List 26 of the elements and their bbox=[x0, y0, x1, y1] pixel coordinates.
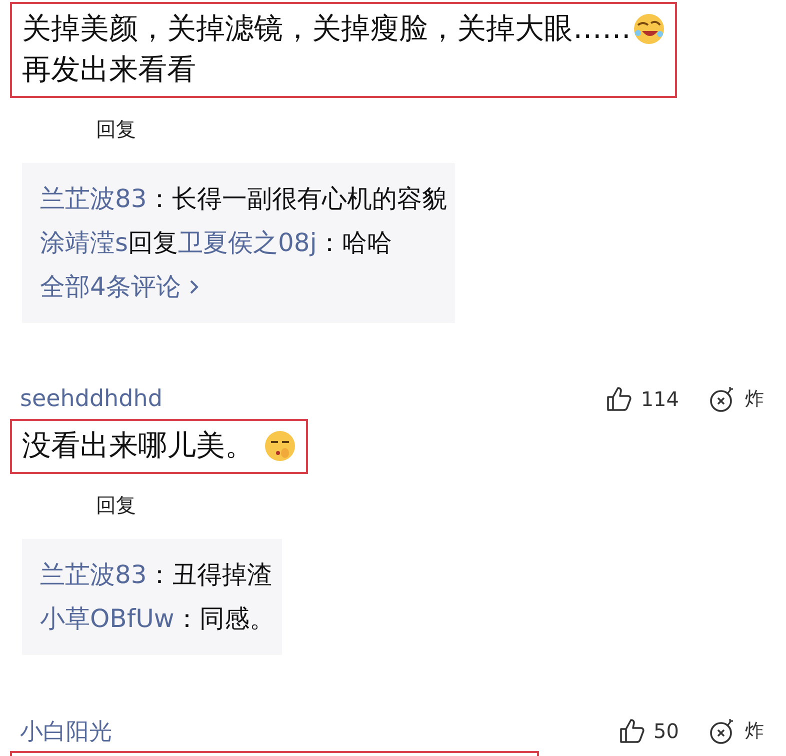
username-link[interactable]: 涂靖滢s bbox=[40, 228, 128, 257]
comment-username[interactable]: 小白阳光 bbox=[20, 716, 112, 746]
username-link[interactable]: 兰芷波83 bbox=[40, 184, 147, 213]
reply-link[interactable]: 回复 bbox=[96, 492, 136, 519]
bomb-label[interactable]: 炸 bbox=[745, 718, 764, 744]
emoji-icon bbox=[264, 430, 296, 462]
like-count: 114 bbox=[640, 387, 679, 411]
username-link[interactable]: 兰芷波83 bbox=[40, 560, 147, 589]
bomb-label[interactable]: 炸 bbox=[745, 386, 764, 412]
comment-text: 再发出来看看 bbox=[22, 51, 196, 88]
reply-line: 兰芷波83：丑得掉渣 bbox=[40, 559, 273, 591]
comment-text: 关掉美颜，关掉滤镜，关掉瘦脸，关掉大眼…… bbox=[22, 10, 631, 47]
username-link[interactable]: 小草OBfUw bbox=[40, 604, 174, 633]
reply-link[interactable]: 回复 bbox=[96, 116, 136, 143]
comment-text: 没看出来哪儿美。 bbox=[22, 427, 254, 464]
reply-line: 涂靖滢s回复卫夏侯之08j：哈哈 bbox=[40, 227, 393, 259]
all-replies-link[interactable]: 全部4条评论 bbox=[40, 267, 447, 307]
thumbs-up-icon[interactable] bbox=[618, 717, 646, 745]
username-link[interactable]: 卫夏侯之08j bbox=[178, 228, 317, 257]
chevron-right-icon bbox=[188, 279, 199, 295]
emoji-icon bbox=[633, 12, 665, 44]
thumbs-up-icon[interactable] bbox=[604, 385, 633, 413]
like-count: 50 bbox=[654, 719, 679, 743]
comment-username[interactable]: seehddhdhd bbox=[20, 386, 162, 412]
reply-line: 小草OBfUw：同感。 bbox=[40, 603, 274, 635]
reply-line: 兰芷波83：长得一副很有心机的容貌 bbox=[40, 183, 447, 215]
